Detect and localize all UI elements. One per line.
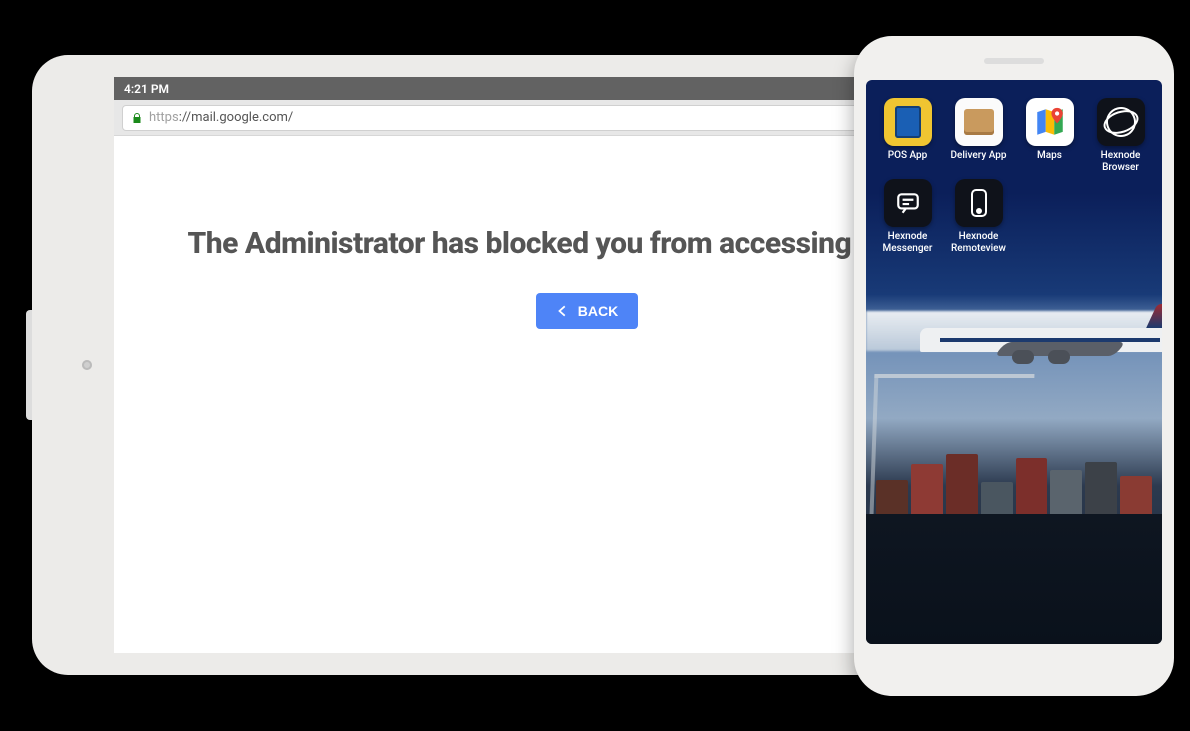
- app-label: Hexnode Remoteview: [943, 231, 1014, 254]
- status-time: 4:21 PM: [124, 82, 169, 96]
- app-hexnode-remoteview[interactable]: Hexnode Remoteview: [943, 179, 1014, 254]
- pos-app-icon: [884, 98, 932, 146]
- tablet-camera: [82, 360, 92, 370]
- back-arrow-icon: [556, 304, 570, 318]
- hexnode-browser-icon: [1097, 98, 1145, 146]
- lock-icon: [131, 112, 143, 124]
- app-label: Hexnode Browser: [1085, 150, 1156, 173]
- app-pos[interactable]: POS App: [872, 98, 943, 173]
- app-label: Maps: [1037, 150, 1062, 172]
- back-button[interactable]: BACK: [536, 293, 638, 329]
- app-hexnode-messenger[interactable]: Hexnode Messenger: [872, 179, 943, 254]
- wallpaper-containers: [866, 444, 1162, 524]
- app-maps[interactable]: Maps: [1014, 98, 1085, 173]
- maps-app-icon: [1026, 98, 1074, 146]
- delivery-app-icon: [955, 98, 1003, 146]
- url-text: https://mail.google.com/: [149, 110, 293, 125]
- phone-speaker: [984, 58, 1044, 64]
- app-delivery[interactable]: Delivery App: [943, 98, 1014, 173]
- app-grid: POS App Delivery App Maps Hexnode Browse…: [872, 98, 1156, 254]
- app-label: Delivery App: [950, 150, 1006, 172]
- app-label: Hexnode Messenger: [872, 231, 943, 254]
- wallpaper-ship: [866, 514, 1162, 644]
- hexnode-messenger-icon: [884, 179, 932, 227]
- url-scheme: https: [149, 110, 179, 125]
- phone-device: POS App Delivery App Maps Hexnode Browse…: [854, 36, 1174, 696]
- app-hexnode-browser[interactable]: Hexnode Browser: [1085, 98, 1156, 173]
- app-label: POS App: [888, 150, 928, 172]
- phone-screen: POS App Delivery App Maps Hexnode Browse…: [866, 80, 1162, 644]
- back-button-label: BACK: [578, 303, 618, 319]
- hexnode-remoteview-icon: [955, 179, 1003, 227]
- url-rest: ://mail.google.com/: [179, 110, 294, 125]
